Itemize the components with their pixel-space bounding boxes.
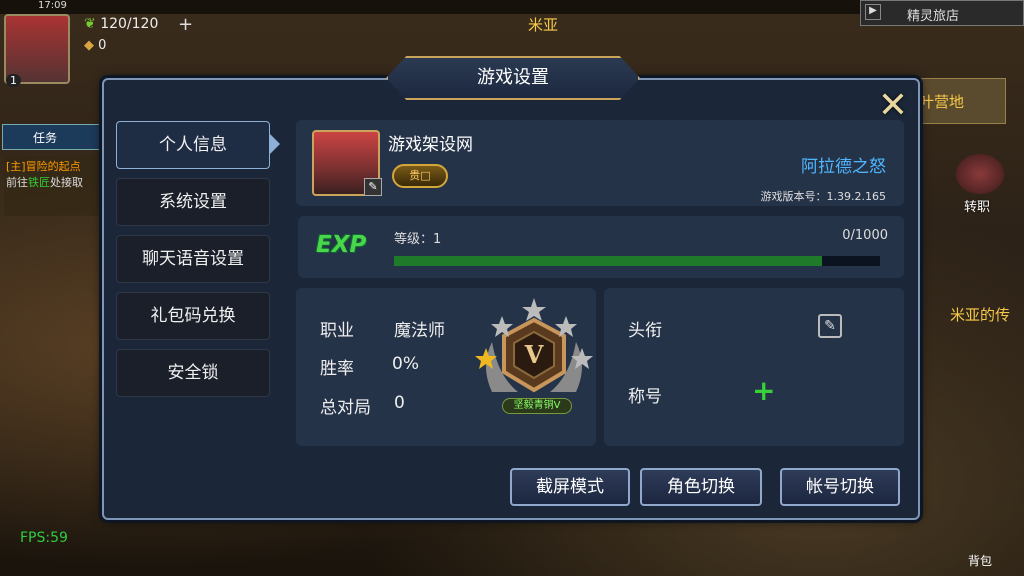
head-title-label: 头衔 <box>628 321 662 341</box>
character-name: 游戏架设网 <box>388 135 473 155</box>
add-nickname-icon[interactable]: + <box>752 374 775 407</box>
menu-item-system-settings[interactable]: 系统设置 <box>116 178 270 226</box>
quest-title: [主]冒险的起点 <box>6 160 81 173</box>
clock: 17:09 <box>38 0 67 11</box>
exp-value: 0/1000 <box>842 228 888 243</box>
total-games-label: 总对局 <box>320 398 371 418</box>
bag-label[interactable]: 背包 <box>968 552 992 569</box>
medal-roman: V <box>524 340 544 369</box>
nickname-label: 称号 <box>628 387 662 407</box>
level-text: 等级：1 <box>394 232 442 247</box>
player-level: 1 <box>6 74 21 87</box>
screenshot-mode-button[interactable]: 截屏模式 <box>510 468 630 506</box>
energy-value: 120/120 <box>100 16 159 32</box>
winrate-value: 0% <box>392 354 419 374</box>
collapse-arrow-icon[interactable]: ▶ <box>865 4 881 20</box>
switch-role-button[interactable]: 角色切换 <box>640 468 762 506</box>
exp-progress-fill <box>394 256 822 266</box>
gold-value: 0 <box>98 38 107 53</box>
exp-panel <box>298 216 904 278</box>
leaf-icon: ❦ <box>84 16 96 32</box>
inn-title: 精灵旅店 <box>907 9 960 24</box>
location-name: 米亚 <box>528 16 559 34</box>
winrate-label: 胜率 <box>320 359 354 379</box>
medal-caption: 坚毅青铜V <box>502 398 572 414</box>
add-energy-icon[interactable]: + <box>178 14 193 35</box>
inn-panel[interactable]: ▶ 精灵旅店 <box>860 0 1024 26</box>
menu-item-gift-code[interactable]: 礼包码兑换 <box>116 292 270 340</box>
total-games-value: 0 <box>394 393 405 413</box>
task-label: 任务 <box>33 131 58 145</box>
titles-panel <box>604 288 904 446</box>
server-name: 阿拉德之怒 <box>801 157 886 177</box>
fps-counter: FPS:59 <box>20 530 68 546</box>
exp-progress-bar <box>394 256 880 266</box>
job-change-icon[interactable] <box>956 154 1004 194</box>
gold-icon: ◆ <box>84 38 94 53</box>
menu-item-security-lock[interactable]: 安全锁 <box>116 349 270 397</box>
camp-label: 叶营地 <box>919 93 965 111</box>
energy-counter: ❦ 120/120 <box>84 16 158 32</box>
miya-legend-label: 米亚的传 <box>950 306 1011 324</box>
rank-badge: 贵□ <box>392 164 448 188</box>
job-label: 职业 <box>320 321 354 341</box>
menu-item-chat-voice-settings[interactable]: 聊天语音设置 <box>116 235 270 283</box>
active-indicator-arrow <box>270 134 280 154</box>
job-value: 魔法师 <box>394 321 445 341</box>
quest-desc: 前往铁匠处接取 <box>6 176 83 189</box>
switch-account-button[interactable]: 帐号切换 <box>780 468 900 506</box>
dialog-title: 游戏设置 <box>477 67 549 88</box>
job-change-label: 转职 <box>964 200 991 215</box>
quest-tracker[interactable]: [主]冒险的起点 前往铁匠处接取 <box>4 156 104 216</box>
gold-counter: ◆ 0 <box>84 38 106 53</box>
menu-item-personal-info[interactable]: 个人信息 <box>116 121 270 169</box>
task-button[interactable]: 任务 <box>2 124 100 150</box>
game-version: 游戏版本号：1.39.2.165 <box>760 190 886 203</box>
edit-title-icon[interactable]: ✎ <box>818 314 842 338</box>
exp-label: EXP <box>316 232 367 258</box>
edit-portrait-icon[interactable]: ✎ <box>364 178 382 196</box>
